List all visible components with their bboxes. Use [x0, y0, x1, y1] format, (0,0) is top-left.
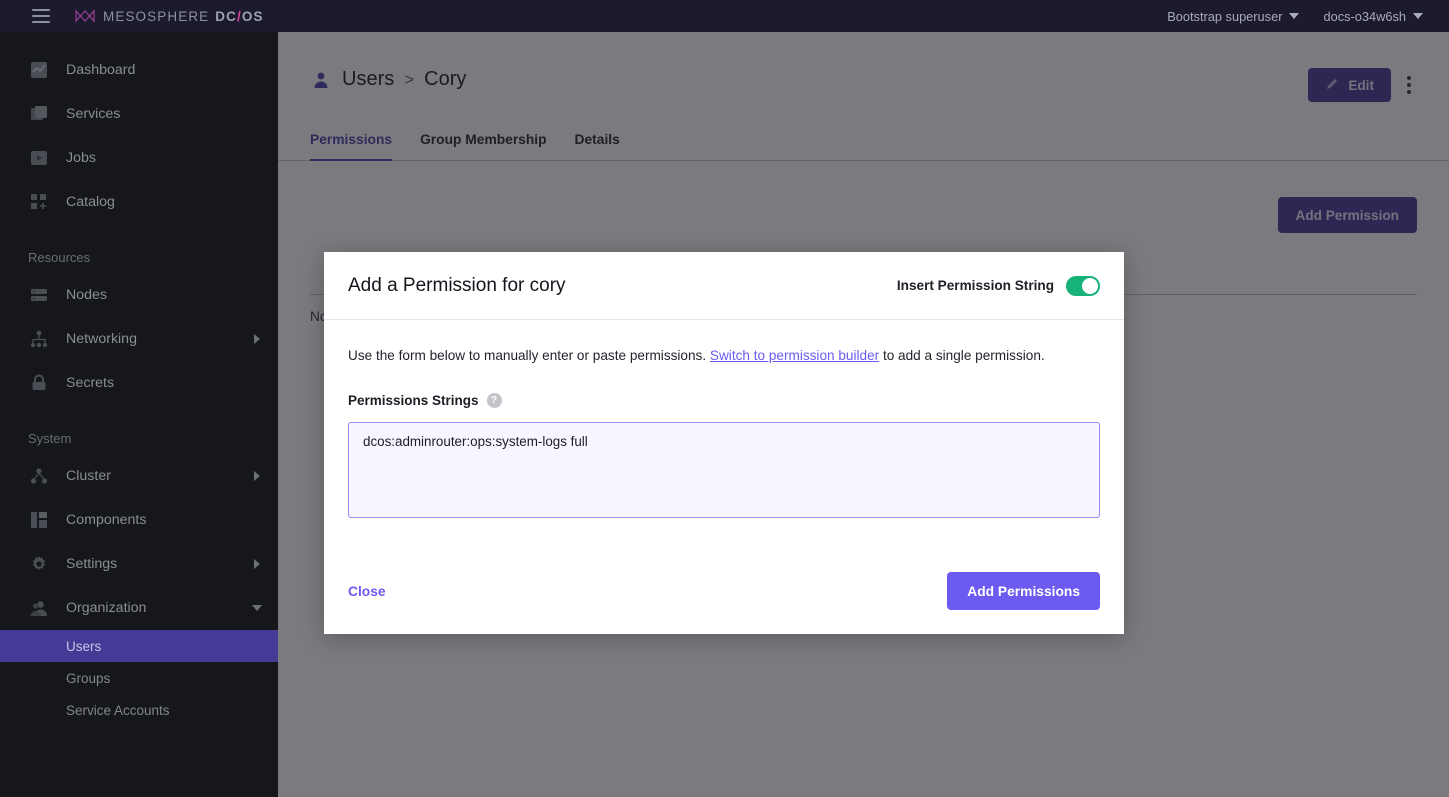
modal-description: Use the form below to manually enter or … [348, 346, 1100, 365]
permissions-strings-label: Permissions Strings [348, 393, 479, 409]
modal-header: Add a Permission for cory Insert Permiss… [324, 252, 1124, 320]
cluster-menu-label: docs-o34w6sh [1323, 8, 1406, 24]
sidebar-item-label: Components [66, 512, 147, 528]
toggle-knob [1082, 277, 1098, 294]
chevron-right-icon [254, 334, 260, 344]
sidebar-subitem-label: Service Accounts [66, 702, 170, 718]
sidebar-item-label: Organization [66, 600, 147, 616]
sidebar-item-label: Dashboard [66, 62, 136, 78]
sidebar-item-label: Catalog [66, 194, 115, 210]
modal-footer: Close Add Permissions [324, 548, 1124, 634]
cluster-icon [28, 465, 50, 487]
chevron-down-icon [1289, 13, 1300, 19]
sidebar-item-jobs[interactable]: Jobs [0, 136, 278, 180]
sidebar-item-secrets[interactable]: Secrets [0, 361, 278, 405]
sidebar-item-networking[interactable]: Networking [0, 317, 278, 361]
jobs-icon [28, 147, 50, 169]
switch-to-permission-builder-link[interactable]: Switch to permission builder [710, 348, 879, 363]
services-icon [28, 103, 50, 125]
components-icon [28, 509, 50, 531]
brand-os: OS [241, 8, 264, 24]
sidebar-item-organization[interactable]: Organization [0, 586, 278, 630]
chevron-down-icon [1413, 13, 1423, 19]
add-permission-modal: Add a Permission for cory Insert Permiss… [324, 252, 1124, 634]
top-bar: MESOSPHERE DC/OS Bootstrap superuser doc… [0, 0, 1449, 32]
modal-title: Add a Permission for cory [348, 274, 566, 296]
organization-icon [28, 597, 50, 619]
nodes-icon [28, 284, 50, 306]
chevron-right-icon [254, 471, 260, 481]
sidebar-item-label: Services [66, 106, 121, 122]
question-mark-icon[interactable]: ? [486, 393, 502, 409]
cluster-menu[interactable]: docs-o34w6sh [1323, 9, 1423, 24]
dashboard-icon [28, 59, 50, 81]
user-menu[interactable]: Bootstrap superuser [1167, 8, 1300, 24]
sidebar-section-system: System [28, 431, 72, 446]
hamburger-icon[interactable] [32, 9, 50, 23]
chevron-down-icon [252, 605, 262, 611]
sidebar-item-label: Nodes [66, 287, 108, 303]
add-permissions-button[interactable]: Add Permissions [947, 572, 1100, 610]
modal-description-before: Use the form below to manually enter or … [348, 348, 710, 363]
networking-icon [28, 328, 50, 350]
gear-icon [28, 553, 50, 575]
sidebar-item-cluster[interactable]: Cluster [0, 454, 278, 498]
sidebar-subitem-label: Groups [66, 670, 111, 686]
sidebar-section-resources: Resources [28, 250, 91, 265]
lock-icon [28, 372, 50, 394]
sidebar-item-users[interactable]: Users [0, 630, 278, 662]
sidebar-item-label: Jobs [66, 150, 96, 166]
brand-dc: DC [215, 8, 237, 24]
sidebar-item-nodes[interactable]: Nodes [0, 273, 278, 317]
topbar-right: Bootstrap superuser docs-o34w6sh [1167, 9, 1423, 24]
toggle-label: Insert Permission String [896, 278, 1054, 293]
sidebar-item-service-accounts[interactable]: Service Accounts [0, 694, 278, 726]
sidebar: Dashboard Services Jobs Catalog Resource… [0, 32, 278, 797]
modal-body: Use the form below to manually enter or … [324, 320, 1124, 548]
app-root: MESOSPHERE DC/OS Bootstrap superuser doc… [0, 0, 1449, 797]
insert-permission-string-toggle-group: Insert Permission String [896, 275, 1100, 296]
close-button[interactable]: Close [348, 584, 386, 599]
permissions-strings-label-row: Permissions Strings ? [348, 393, 1100, 409]
sidebar-item-services[interactable]: Services [0, 92, 278, 136]
mesosphere-logo-icon [75, 9, 95, 23]
sidebar-item-label: Settings [66, 556, 118, 572]
sidebar-item-groups[interactable]: Groups [0, 662, 278, 694]
permissions-strings-input[interactable] [348, 422, 1100, 519]
sidebar-item-components[interactable]: Components [0, 498, 278, 542]
chevron-right-icon [254, 559, 260, 569]
user-menu-label: Bootstrap superuser [1167, 8, 1283, 24]
brand-logo[interactable]: MESOSPHERE DC/OS [75, 9, 264, 24]
brand-prefix: MESOSPHERE [103, 8, 210, 24]
sidebar-item-dashboard[interactable]: Dashboard [0, 48, 278, 92]
sidebar-subitem-label: Users [66, 638, 102, 654]
sidebar-item-label: Networking [66, 331, 137, 347]
brand-text: MESOSPHERE DC/OS [103, 9, 264, 24]
insert-permission-string-toggle[interactable] [1066, 275, 1100, 296]
sidebar-item-label: Secrets [66, 375, 115, 391]
sidebar-item-settings[interactable]: Settings [0, 542, 278, 586]
catalog-icon [28, 191, 50, 213]
sidebar-item-label: Cluster [66, 468, 111, 484]
sidebar-item-catalog[interactable]: Catalog [0, 180, 278, 224]
modal-description-after: to add a single permission. [879, 348, 1045, 363]
